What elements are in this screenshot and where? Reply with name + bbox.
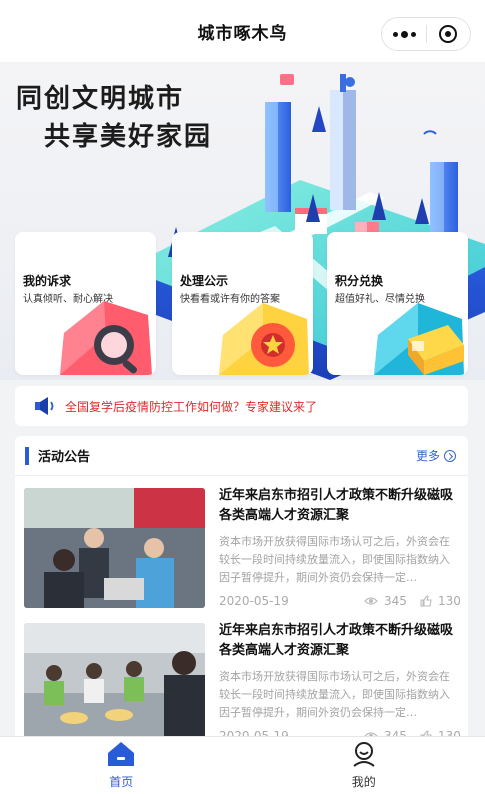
medal-icon: [219, 303, 309, 375]
view-count: 345: [364, 729, 407, 736]
like-count-value: 130: [438, 594, 461, 608]
banner-slogan-line1: 同创文明城市: [16, 84, 185, 114]
megaphone-icon: [35, 397, 54, 415]
list-item[interactable]: 近年来启东市招引人才政策不断升级磁吸各类高端人才资源汇聚 资本市场开放获得国际市…: [24, 623, 461, 736]
notice-bar[interactable]: 全国复学后疫情防控工作如何做？专家建议来了: [15, 386, 468, 426]
activity-section: 活动公告 更多 近年来启东市招引人才政策不断升级磁吸各类高端人才资源汇聚 资本市…: [15, 436, 468, 736]
section-title: 活动公告: [38, 450, 91, 465]
view-count: 345: [364, 594, 407, 608]
article-thumbnail: [24, 488, 205, 608]
more-link[interactable]: 更多: [416, 447, 456, 464]
thumbs-up-icon: [420, 595, 432, 607]
tab-label: 首页: [109, 775, 134, 789]
page: 城市啄木鸟 同创文明城市 共享美好家园 我的诉求 认真倾听、耐心解决 处理公示 …: [0, 0, 485, 794]
article-date: 2020-05-19: [219, 729, 289, 736]
tab-home[interactable]: 首页: [0, 737, 243, 794]
more-label[interactable]: 更多: [416, 447, 440, 464]
article-thumbnail: [24, 623, 205, 736]
article-date: 2020-05-19: [219, 594, 289, 608]
like-count-value: 130: [438, 729, 461, 736]
gift-box-icon: [374, 303, 464, 375]
tab-label: 我的: [351, 775, 376, 789]
navigation-bar: 城市啄木鸟: [0, 0, 485, 62]
close-mini-program-icon[interactable]: [427, 25, 470, 43]
article-summary: 资本市场开放获得国际市场认可之后，外资会在较长一段时间持续放量流入，即使国际指数…: [219, 535, 450, 584]
card-my-appeal[interactable]: 我的诉求 认真倾听、耐心解决: [15, 232, 156, 375]
chevron-right-icon: [444, 449, 456, 462]
section-accent-bar: [25, 446, 29, 465]
more-options-icon[interactable]: [382, 30, 426, 38]
section-header: 活动公告 更多: [15, 436, 468, 476]
card-public-notice[interactable]: 处理公示 快看看或许有你的答案: [172, 232, 313, 375]
like-count[interactable]: 130: [420, 729, 461, 736]
mini-program-capsule: [381, 17, 471, 51]
card-title: 处理公示: [180, 274, 229, 288]
article-title[interactable]: 近年来启东市招引人才政策不断升级磁吸各类高端人才资源汇聚: [219, 486, 459, 526]
article-summary: 资本市场开放获得国际市场认可之后，外资会在较长一段时间持续放量流入，即使国际指数…: [219, 670, 450, 719]
card-points-exchange[interactable]: 积分兑换 超值好礼、尽情兑换: [327, 232, 468, 375]
like-count[interactable]: 130: [420, 594, 461, 608]
banner-slogan-line2: 共享美好家园: [44, 122, 213, 152]
notice-text[interactable]: 全国复学后疫情防控工作如何做？专家建议来了: [65, 398, 317, 415]
card-title: 我的诉求: [23, 274, 72, 288]
eye-icon: [364, 597, 378, 605]
page-title: 城市啄木鸟: [197, 23, 288, 44]
bottom-tab-bar: 首页 我的: [0, 736, 485, 794]
view-count-value: 345: [384, 729, 407, 736]
tab-mine[interactable]: 我的: [243, 737, 485, 794]
home-icon: [108, 742, 135, 766]
magnifier-icon: [60, 301, 152, 375]
user-icon: [353, 742, 375, 767]
article-title[interactable]: 近年来启东市招引人才政策不断升级磁吸各类高端人才资源汇聚: [219, 621, 459, 661]
card-title: 积分兑换: [335, 274, 384, 288]
list-item[interactable]: 近年来启东市招引人才政策不断升级磁吸各类高端人才资源汇聚 资本市场开放获得国际市…: [24, 488, 461, 608]
view-count-value: 345: [384, 594, 407, 608]
